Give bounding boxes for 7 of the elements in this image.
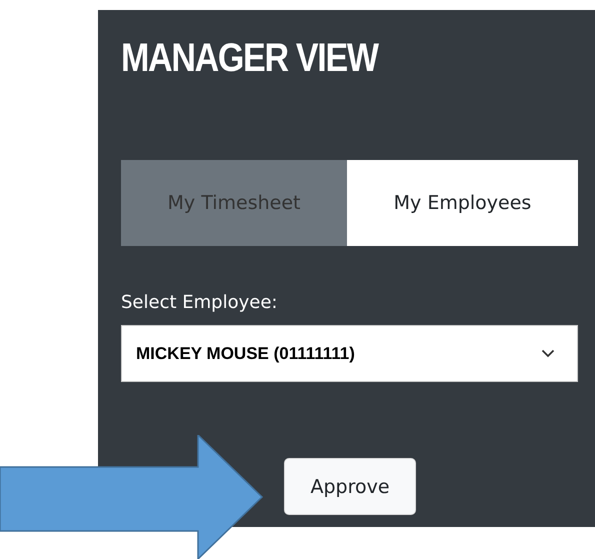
- employee-dropdown[interactable]: MICKEY MOUSE (01111111): [121, 325, 578, 382]
- panel-title: MANAGER VIEW: [121, 35, 378, 82]
- field-label: Select Employee:: [121, 291, 278, 315]
- approve-button[interactable]: Approve: [284, 458, 416, 515]
- chevron-icon: [541, 349, 555, 358]
- arrow-icon: [0, 435, 264, 559]
- tab[interactable]: My Employees: [347, 160, 578, 246]
